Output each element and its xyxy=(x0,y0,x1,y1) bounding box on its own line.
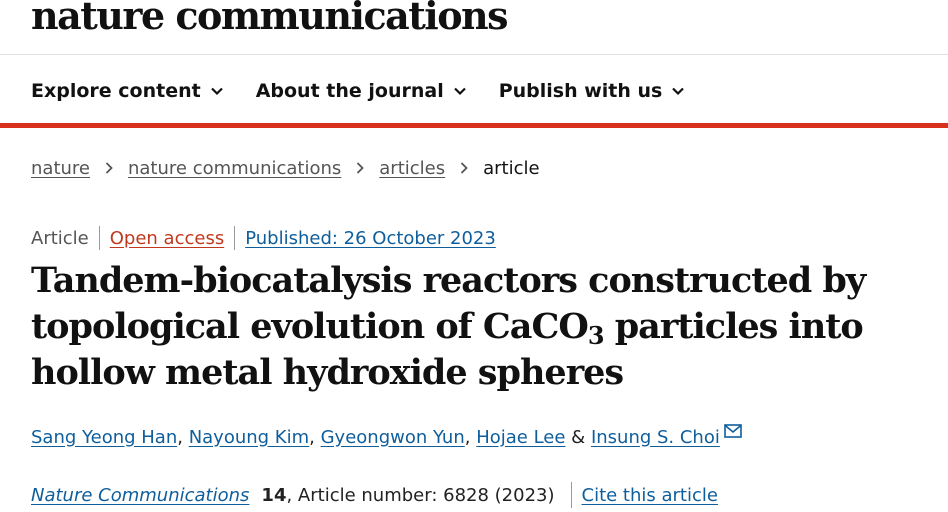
author-list: Sang Yeong Han, Nayoung Kim, Gyeongwon Y… xyxy=(31,424,742,450)
author-link[interactable]: Sang Yeong Han xyxy=(31,427,177,448)
citation-line: Nature Communications 14 , Article numbe… xyxy=(31,482,718,508)
author-last-separator: & xyxy=(565,426,591,448)
chevron-right-icon xyxy=(357,162,365,174)
chevron-down-icon xyxy=(453,87,466,96)
accent-bar xyxy=(0,123,948,128)
meta-divider xyxy=(234,226,236,250)
open-access-link[interactable]: Open access xyxy=(110,228,224,249)
nav-item-label: Explore content xyxy=(31,80,201,102)
breadcrumb-nature-communications[interactable]: nature communications xyxy=(128,158,341,179)
author-separator: , xyxy=(309,426,321,448)
breadcrumb-articles[interactable]: articles xyxy=(379,158,445,179)
chevron-right-icon xyxy=(105,162,113,174)
author-separator: , xyxy=(464,426,477,448)
cite-this-article-link[interactable]: Cite this article xyxy=(582,485,718,506)
header-divider xyxy=(0,54,948,55)
chevron-down-icon xyxy=(672,87,685,96)
article-title: Tandem-biocatalysis reactors constructed… xyxy=(31,258,931,396)
journal-logo[interactable]: nature communications xyxy=(31,0,509,38)
breadcrumb-nature[interactable]: nature xyxy=(31,158,90,179)
nav-item-label: About the journal xyxy=(255,80,444,102)
nav-publish-with-us[interactable]: Publish with us xyxy=(499,80,686,102)
chevron-down-icon xyxy=(210,87,223,96)
nav-explore-content[interactable]: Explore content xyxy=(31,80,224,102)
volume-number: 14 xyxy=(261,484,287,506)
article-number: , Article number: 6828 (2023) xyxy=(286,484,555,506)
journal-link[interactable]: Nature Communications xyxy=(31,485,249,506)
author-link[interactable]: Insung S. Choi xyxy=(591,427,720,448)
breadcrumb-current: article xyxy=(483,157,540,179)
title-subscript: 3 xyxy=(587,321,605,350)
meta-divider xyxy=(98,226,100,250)
published-date-link[interactable]: Published: 26 October 2023 xyxy=(245,228,496,249)
author-link[interactable]: Gyeongwon Yun xyxy=(321,427,465,448)
citation-divider xyxy=(570,482,572,508)
author-separator: , xyxy=(177,426,189,448)
chevron-right-icon xyxy=(460,162,468,174)
nav-about-journal[interactable]: About the journal xyxy=(256,80,467,102)
main-nav: Explore content About the journal Publis… xyxy=(31,78,717,104)
author-link[interactable]: Nayoung Kim xyxy=(189,427,309,448)
author-link[interactable]: Hojae Lee xyxy=(476,427,565,448)
mail-icon[interactable] xyxy=(724,424,742,438)
article-meta: Article Open access Published: 26 Octobe… xyxy=(31,225,496,251)
breadcrumb: nature nature communications articles ar… xyxy=(31,155,540,181)
article-type: Article xyxy=(31,227,89,249)
nav-item-label: Publish with us xyxy=(498,80,663,102)
